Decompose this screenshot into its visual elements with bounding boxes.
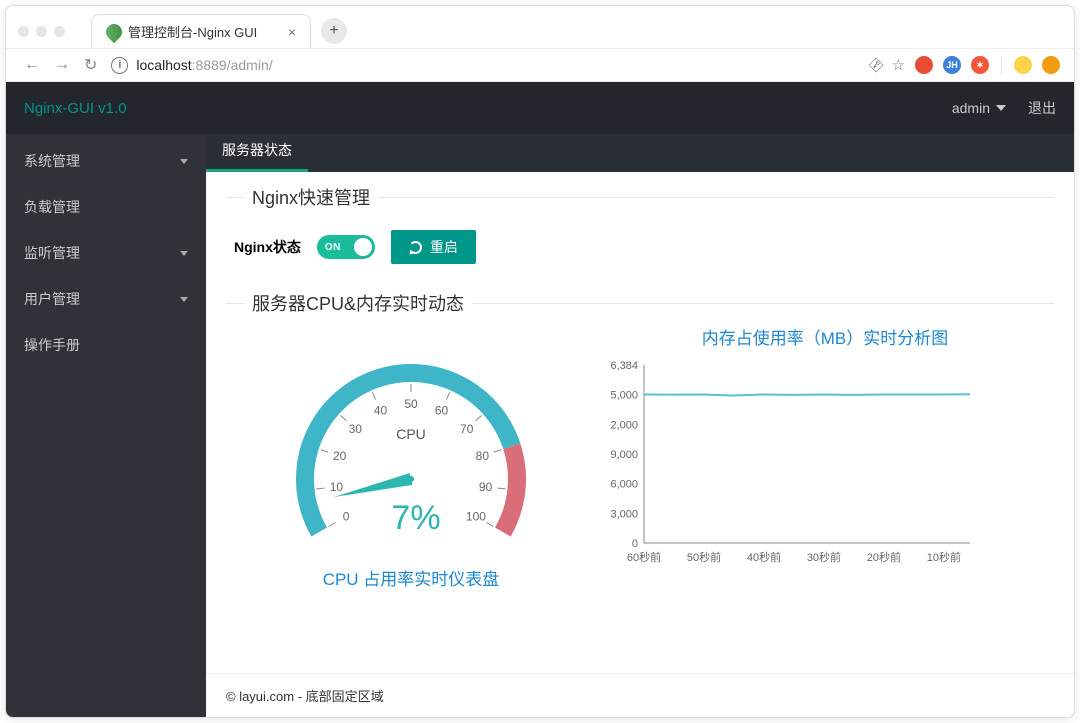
footer-text: © layui.com - 底部固定区域 [206,673,1074,717]
tab-title: 管理控制台-Nginx GUI [128,22,282,41]
app-brand[interactable]: Nginx-GUI v1.0 [24,100,127,117]
svg-text:50: 50 [404,397,418,411]
browser-tab[interactable]: 管理控制台-Nginx GUI × [91,14,311,48]
main-tabs: 服务器状态 [206,134,1074,172]
chevron-down-icon [180,159,188,164]
svg-text:10秒前: 10秒前 [927,550,961,564]
memory-line-chart: 内存占使用率（MB）实时分析图 6,384 5,000 2,000 9,000 6,00… [596,324,1054,572]
logout-link[interactable]: 退出 [1028,98,1056,118]
sidebar: 系统管理 负载管理 监听管理 用户管理 操作手册 [6,134,206,717]
nav-back-icon[interactable]: ← [24,56,40,74]
tab-server-status[interactable]: 服务器状态 [206,134,308,172]
sidebar-item-load[interactable]: 负载管理 [6,184,206,230]
section-title-cpumem: 服务器CPU&内存实时动态 [252,290,464,316]
refresh-icon [409,241,422,254]
bookmark-star-icon[interactable]: ☆ [892,56,905,74]
address-bar[interactable]: i localhost:8889/admin/ [111,57,856,74]
svg-text:20秒前: 20秒前 [867,550,901,564]
svg-text:CPU: CPU [396,426,426,442]
sidebar-item-user[interactable]: 用户管理 [6,276,206,322]
window-traffic-lights[interactable] [18,26,65,37]
extension-icon[interactable] [1014,56,1032,74]
svg-text:70: 70 [460,422,474,436]
user-dropdown[interactable]: admin [952,100,1006,116]
svg-text:20: 20 [333,449,347,463]
restart-button[interactable]: 重启 [391,230,476,264]
chevron-down-icon [180,251,188,256]
section-title-quick: Nginx快速管理 [252,184,370,210]
extension-icon[interactable]: JH [943,56,961,74]
nginx-status-toggle[interactable]: ON [317,235,375,259]
svg-text:40: 40 [374,403,388,417]
svg-text:0: 0 [632,538,638,550]
svg-text:50秒前: 50秒前 [687,550,721,564]
chevron-down-icon [180,297,188,302]
nav-reload-icon[interactable]: ↻ [84,55,97,75]
svg-text:7%: 7% [391,499,440,537]
svg-text:40秒前: 40秒前 [747,550,781,564]
gauge-caption: CPU 占用率实时仪表盘 [226,565,596,590]
new-tab-button[interactable]: + [321,18,347,44]
sidebar-item-listen[interactable]: 监听管理 [6,230,206,276]
site-info-icon[interactable]: i [111,57,128,74]
cpu-gauge-chart: 0102030405060708090100CPU7% CPU 占用率实时仪表盘 [226,324,596,590]
svg-text:100: 100 [466,510,486,524]
tab-close-icon[interactable]: × [288,24,296,40]
sidebar-item-manual[interactable]: 操作手册 [6,322,206,368]
svg-text:5,000: 5,000 [610,390,638,402]
svg-text:60: 60 [435,403,449,417]
nav-forward-icon[interactable]: → [54,56,70,74]
memory-chart-title: 内存占使用率（MB）实时分析图 [596,324,1054,349]
sidebar-item-system[interactable]: 系统管理 [6,138,206,184]
svg-text:80: 80 [476,449,490,463]
svg-text:30秒前: 30秒前 [807,550,841,564]
nginx-status-label: Nginx状态 [234,237,301,257]
svg-text:9,000: 9,000 [610,449,638,461]
svg-text:0: 0 [343,510,350,524]
saved-password-icon[interactable]: ⚿ [866,55,886,75]
svg-text:60秒前: 60秒前 [627,550,661,564]
svg-text:6,000: 6,000 [610,479,638,491]
svg-text:30: 30 [349,422,363,436]
username: admin [952,100,990,116]
svg-text:3,000: 3,000 [610,508,638,520]
extension-icon[interactable] [915,56,933,74]
tab-favicon [103,20,126,43]
chevron-down-icon [996,105,1006,111]
svg-text:90: 90 [479,480,493,494]
extension-icon[interactable] [1042,56,1060,74]
url-host: localhost [136,57,191,73]
svg-text:6,384: 6,384 [610,360,638,372]
extension-icon[interactable]: ✶ [971,56,989,74]
svg-text:2,000: 2,000 [610,419,638,431]
svg-text:10: 10 [330,480,344,494]
